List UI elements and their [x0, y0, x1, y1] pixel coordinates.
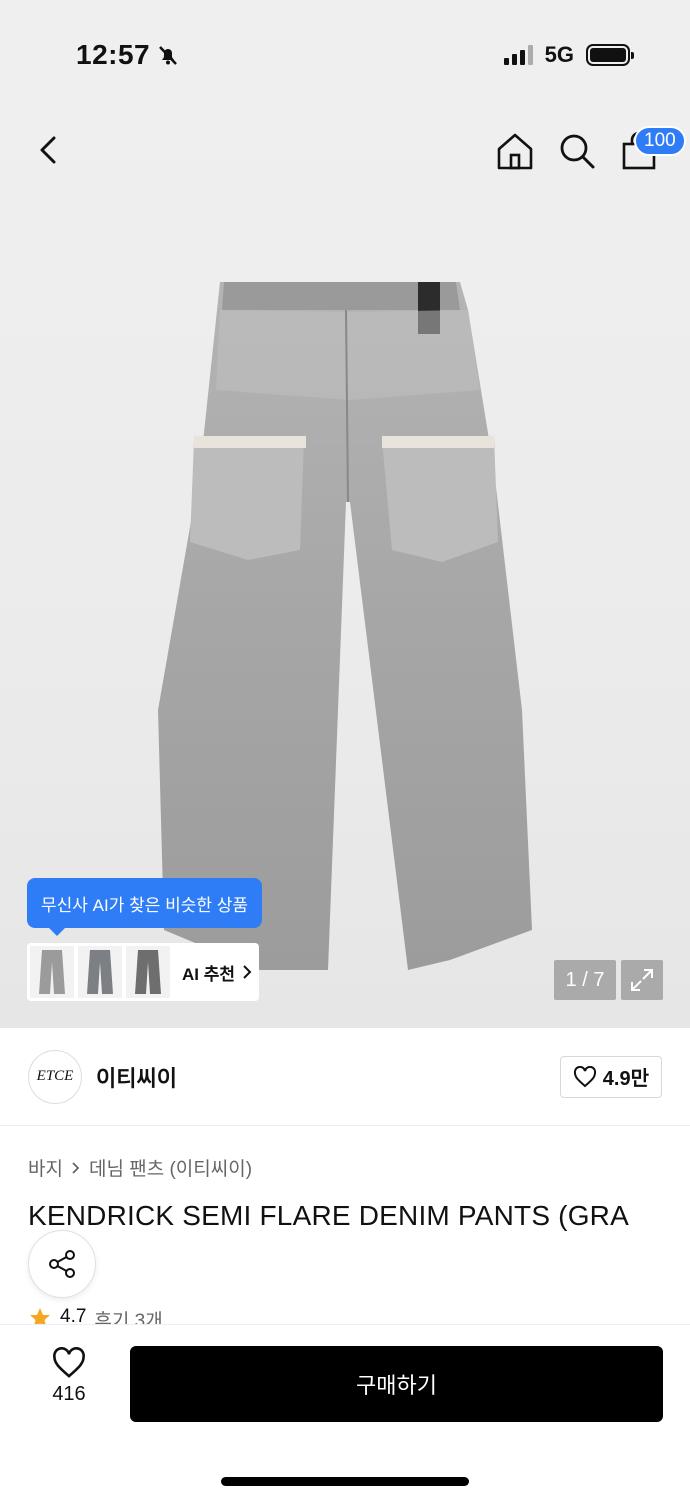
top-nav: 100	[0, 110, 690, 195]
brand-like-count: 4.9만	[602, 1068, 649, 1090]
product-image	[158, 282, 532, 970]
ai-thumbnail[interactable]	[78, 946, 122, 998]
share-button[interactable]	[28, 1230, 96, 1298]
status-time: 12:57	[76, 39, 180, 71]
breadcrumb: 바지 데님 팬츠 (이티씨이)	[28, 1154, 252, 1181]
network-type: 5G	[544, 42, 574, 67]
ai-tooltip: 무신사 AI가 찾은 비슷한 상품	[27, 878, 262, 936]
status-bar: 12:57 5G	[0, 0, 690, 110]
rating-row[interactable]: 4.7 후기 3개	[28, 1306, 163, 1324]
signal-icon	[503, 45, 533, 65]
review-count: 후기 3개	[94, 1311, 163, 1324]
rating-value: 4.7	[60, 1306, 87, 1324]
heart-icon	[573, 1065, 596, 1087]
purchase-bar: 416 구매하기	[0, 1324, 690, 1500]
status-indicators: 5G	[503, 42, 634, 68]
ai-recommend-label: AI 추천	[182, 964, 236, 984]
share-icon	[49, 1250, 75, 1278]
chevron-right-icon	[72, 1161, 80, 1174]
back-arrow-icon[interactable]	[30, 130, 70, 170]
expand-button[interactable]	[621, 960, 663, 1000]
image-counter: 1 / 7	[554, 960, 616, 1000]
star-icon	[30, 1308, 50, 1324]
bell-slash-icon	[159, 46, 178, 65]
ai-thumbnail[interactable]	[30, 946, 74, 998]
breadcrumb-category[interactable]: 바지	[28, 1154, 63, 1181]
battery-icon	[586, 44, 634, 66]
chevron-right-icon	[243, 965, 252, 979]
breadcrumb-subcategory[interactable]: 데님 팬츠 (이티씨이)	[89, 1154, 252, 1181]
product-gallery[interactable]: 100 무신사 AI가 찾은 비슷한 상품 AI 추천 1 / 7	[0, 110, 690, 1028]
ai-thumbnail[interactable]	[126, 946, 170, 998]
brand-like-button[interactable]: 4.9만	[559, 1055, 662, 1098]
wish-button[interactable]: 416	[36, 1347, 102, 1406]
brand-logo[interactable]: ETCE	[28, 1049, 82, 1104]
brand-name[interactable]: 이티씨이	[96, 1061, 177, 1093]
expand-icon	[631, 969, 653, 991]
ai-recommend-strip[interactable]: AI 추천	[27, 943, 259, 1001]
status-time-text: 12:57	[76, 39, 151, 70]
heart-icon	[53, 1347, 85, 1378]
home-icon[interactable]	[494, 130, 536, 172]
home-indicator	[221, 1477, 469, 1486]
search-icon[interactable]	[556, 130, 598, 172]
product-title: KENDRICK SEMI FLARE DENIM PANTS (GRA	[28, 1200, 629, 1231]
cart-count-badge: 100	[634, 126, 686, 156]
wish-count: 416	[52, 1383, 86, 1405]
buy-button[interactable]: 구매하기	[130, 1346, 663, 1422]
ai-recommend-link[interactable]: AI 추천	[182, 960, 253, 985]
brand-row: ETCE 이티씨이 4.9만	[0, 1028, 690, 1126]
